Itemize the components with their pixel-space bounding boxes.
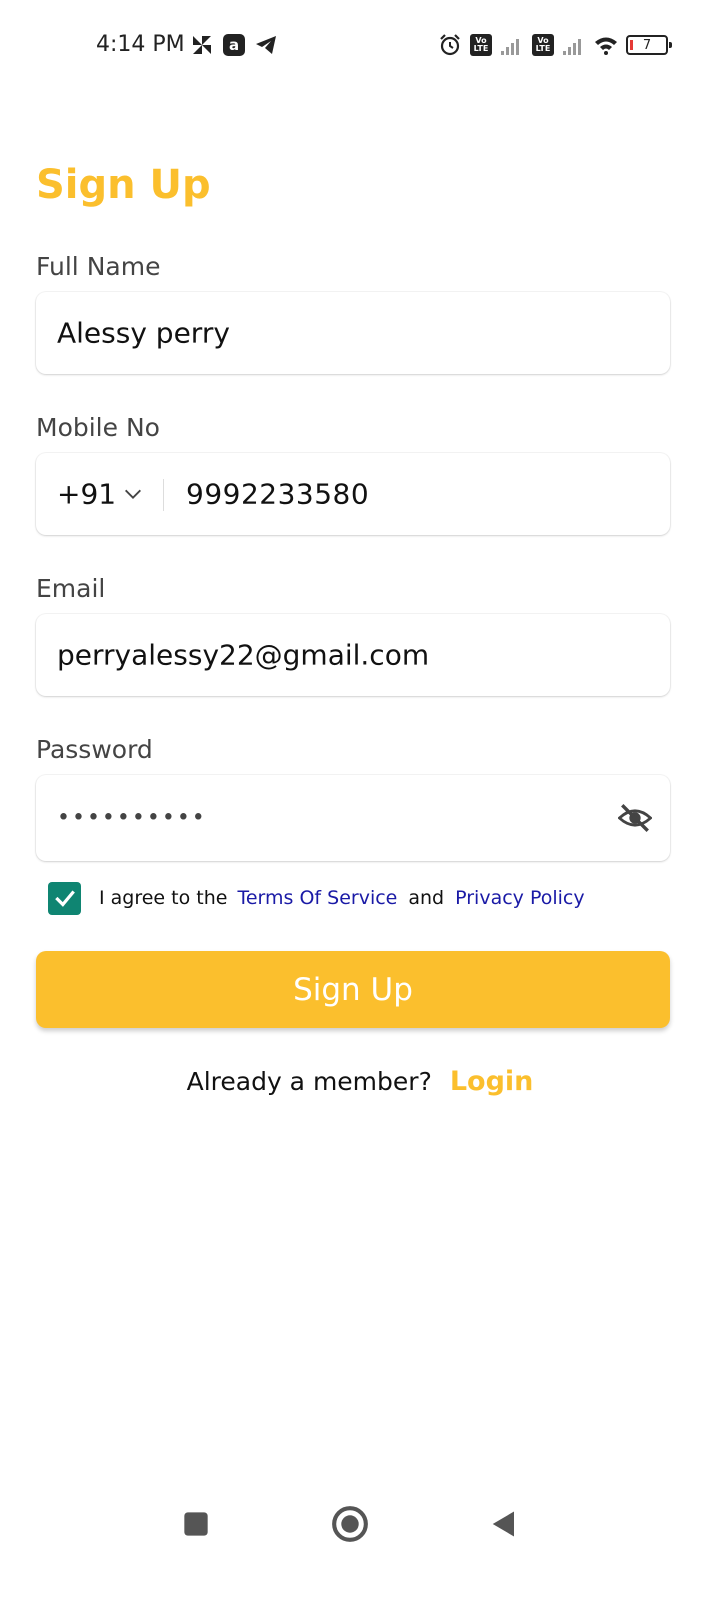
email-field[interactable]: perryalessy22@gmail.com <box>36 614 670 696</box>
status-time: 4:14 PM <box>96 32 185 57</box>
password-label: Password <box>36 735 153 764</box>
password-value: •••••••••• <box>57 805 207 831</box>
signal-icon <box>562 33 586 57</box>
status-left-icons: a <box>190 33 278 57</box>
page-title: Sign Up <box>36 162 211 208</box>
recents-icon[interactable] <box>176 1504 216 1544</box>
full-name-field[interactable]: Alessy perry <box>36 292 670 374</box>
home-icon[interactable] <box>330 1504 370 1544</box>
country-code-dropdown[interactable]: +91 <box>36 453 163 535</box>
checkmark-icon <box>54 890 75 907</box>
back-icon[interactable] <box>484 1504 524 1544</box>
eye-off-icon[interactable] <box>616 799 654 837</box>
pinwheel-icon <box>190 33 214 57</box>
volte-icon: Vo LTE <box>470 34 492 56</box>
country-code: +91 <box>57 477 117 511</box>
mobile-field: +91 9992233580 <box>36 453 670 535</box>
telegram-icon <box>254 33 278 57</box>
alarm-icon <box>438 33 462 57</box>
terms-conjunction: and <box>408 887 445 909</box>
member-row: Already a member? Login <box>0 1066 720 1097</box>
mobile-label: Mobile No <box>36 413 160 442</box>
svg-text:a: a <box>229 36 239 54</box>
battery-icon: 7 <box>626 35 672 55</box>
signal-icon <box>500 33 524 57</box>
signup-button[interactable]: Sign Up <box>36 951 670 1028</box>
terms-row: I agree to the Terms Of Service and Priv… <box>48 881 585 915</box>
divider <box>163 479 164 511</box>
wifi-icon <box>594 33 618 57</box>
status-right-icons: Vo LTE Vo LTE 7 <box>438 33 672 57</box>
full-name-label: Full Name <box>36 252 161 281</box>
a-app-icon: a <box>222 33 246 57</box>
privacy-policy-link[interactable]: Privacy Policy <box>455 887 584 909</box>
volte-icon: Vo LTE <box>532 34 554 56</box>
nav-bar <box>0 1490 720 1560</box>
status-bar: 4:14 PM a Vo LTE Vo LTE 7 <box>0 0 720 92</box>
chevron-down-icon <box>122 483 144 505</box>
member-prompt: Already a member? <box>186 1067 432 1096</box>
mobile-input[interactable]: 9992233580 <box>186 478 369 511</box>
agree-checkbox[interactable] <box>48 881 81 915</box>
login-link[interactable]: Login <box>450 1066 534 1097</box>
terms-prefix: I agree to the <box>99 887 228 909</box>
terms-of-service-link[interactable]: Terms Of Service <box>237 887 397 909</box>
full-name-value: Alessy perry <box>57 316 230 350</box>
email-value: perryalessy22@gmail.com <box>57 638 430 672</box>
email-label: Email <box>36 574 106 603</box>
password-field[interactable]: •••••••••• <box>36 775 670 861</box>
